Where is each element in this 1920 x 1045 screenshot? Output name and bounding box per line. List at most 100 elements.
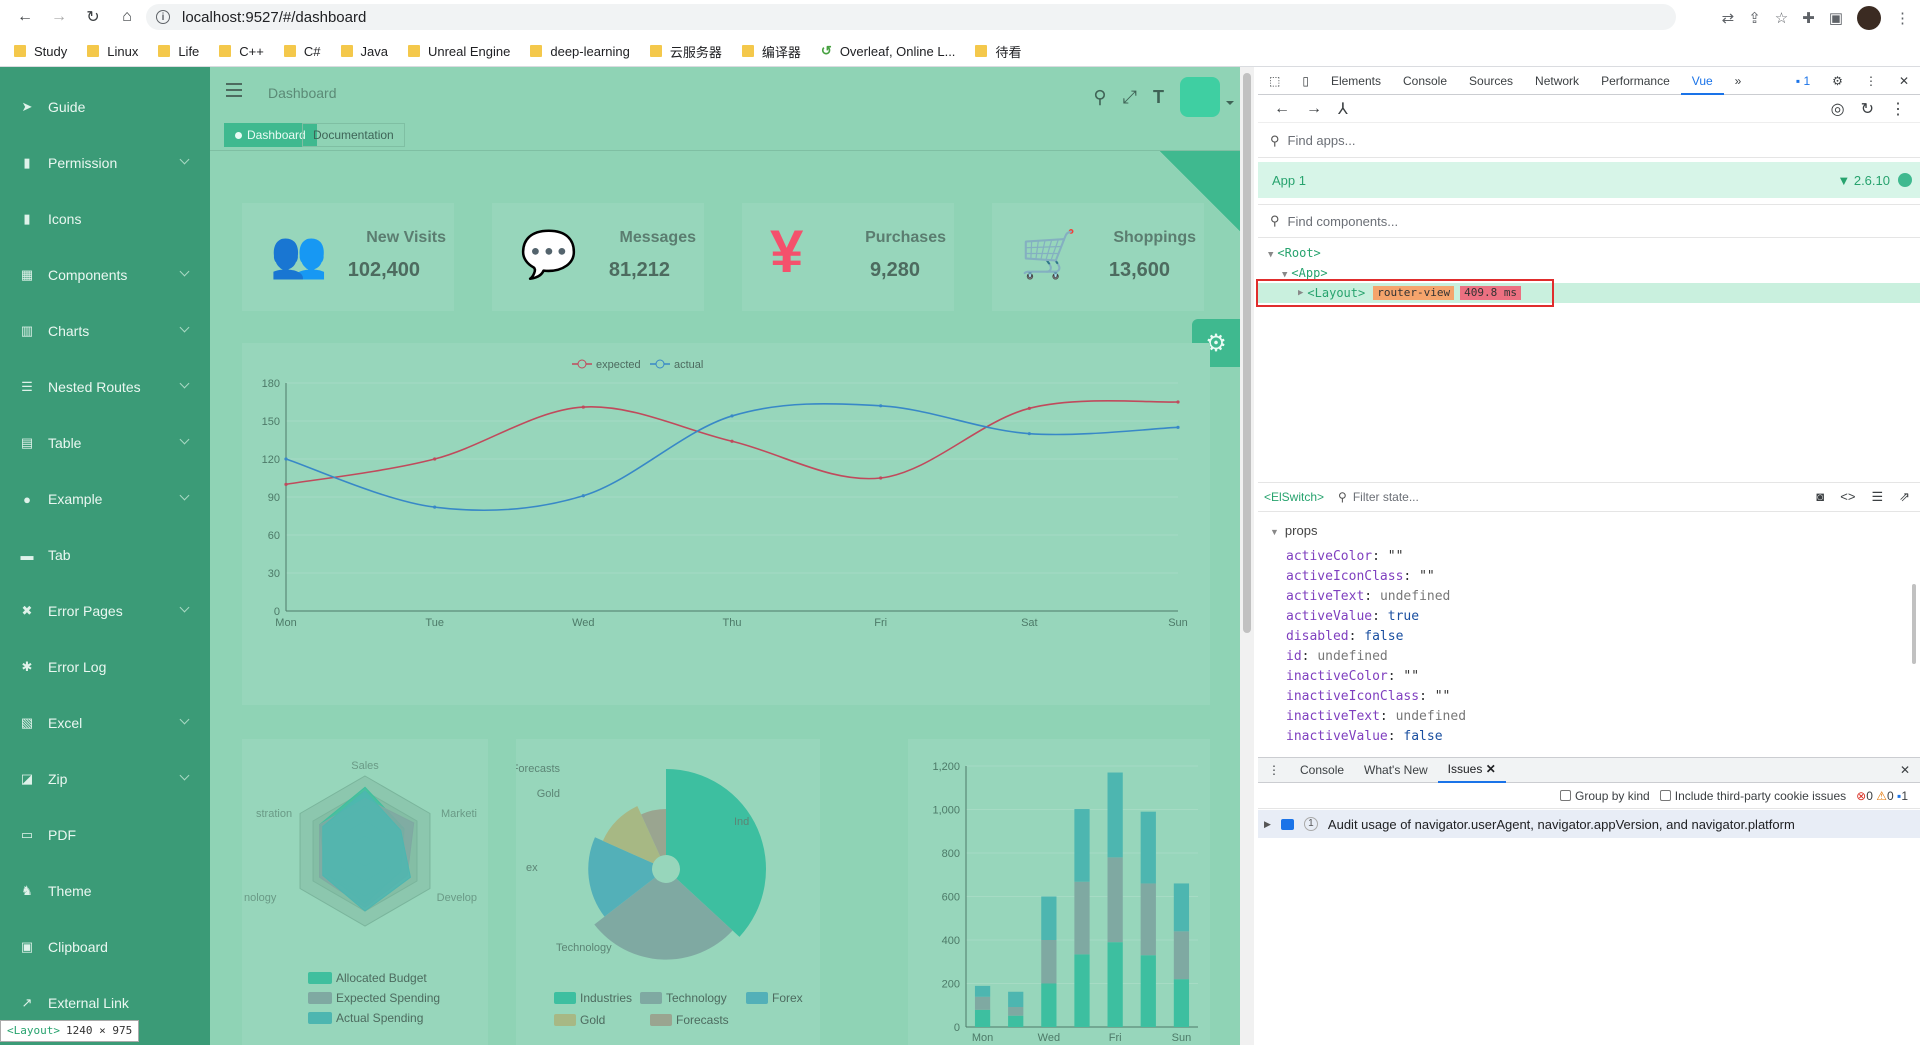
group-by-kind-checkbox[interactable]: Group by kind <box>1560 789 1650 803</box>
data-point[interactable] <box>284 457 288 461</box>
bar-segment[interactable] <box>1107 772 1123 858</box>
props-scrollbar[interactable] <box>1912 584 1916 664</box>
star-icon[interactable]: ☆ <box>1775 9 1788 27</box>
data-point[interactable] <box>581 405 585 409</box>
bookmark-item[interactable]: 云服务器 <box>649 42 722 61</box>
prop-row[interactable]: inactiveColor: "" <box>1258 667 1920 687</box>
hamburger-icon[interactable] <box>226 83 242 97</box>
data-point[interactable] <box>1027 406 1031 410</box>
bar-segment[interactable] <box>1107 857 1123 943</box>
legend-label[interactable]: Forex <box>772 991 803 1005</box>
data-point[interactable] <box>879 404 883 408</box>
inspect-icon[interactable]: ⬚ <box>1258 67 1291 95</box>
bar-segment[interactable] <box>1107 942 1123 1027</box>
sidebar-item-pdf[interactable]: ▭ PDF <box>0 807 210 863</box>
avatar[interactable] <box>1180 77 1234 117</box>
close-tab-icon[interactable]: ✕ <box>1482 762 1496 776</box>
legend-swatch[interactable] <box>554 1014 576 1026</box>
tab-sources[interactable]: Sources <box>1458 67 1524 95</box>
profile-avatar[interactable] <box>1857 6 1881 30</box>
vue-back-icon[interactable]: ← <box>1274 100 1290 118</box>
sidebar-item-guide[interactable]: ➤ Guide <box>0 79 210 135</box>
tag-documentation[interactable]: Documentation <box>302 123 405 147</box>
prop-row[interactable]: activeValue: true <box>1258 607 1920 627</box>
bar-segment[interactable] <box>1140 883 1156 956</box>
bookmark-item[interactable]: 编译器 <box>741 42 801 61</box>
data-point[interactable] <box>581 494 585 498</box>
sidepanel-icon[interactable]: ▣ <box>1829 9 1843 27</box>
bar-segment[interactable] <box>1074 954 1090 1027</box>
legend-marker[interactable] <box>655 359 665 369</box>
legend-label[interactable]: actual <box>674 359 703 371</box>
bar-segment[interactable] <box>1041 940 1057 984</box>
tab-elements[interactable]: Elements <box>1320 67 1392 95</box>
tree-node-root[interactable]: ▼ <Root> <box>1258 243 1920 263</box>
prop-row[interactable]: inactiveText: undefined <box>1258 707 1920 727</box>
legend-swatch[interactable] <box>308 1012 332 1024</box>
sidebar-item-zip[interactable]: ◪ Zip <box>0 751 210 807</box>
bookmark-item[interactable]: ↺ Overleaf, Online L... <box>821 43 956 59</box>
props-header[interactable]: ▼ props <box>1258 519 1920 543</box>
device-icon[interactable]: ▯ <box>1291 67 1320 95</box>
info-icon[interactable]: i <box>156 10 170 24</box>
data-point[interactable] <box>730 439 734 443</box>
legend-label[interactable]: Actual Spending <box>336 1011 423 1025</box>
extensions-icon[interactable]: ✚ <box>1802 9 1815 27</box>
issue-row[interactable]: ▶ 1 Audit usage of navigator.userAgent, … <box>1258 810 1920 838</box>
bookmark-item[interactable]: C# <box>283 44 321 59</box>
address-bar[interactable]: i localhost:9527/#/dashboard <box>146 4 1676 30</box>
data-point[interactable] <box>1027 432 1031 436</box>
bookmark-item[interactable]: C++ <box>219 44 264 59</box>
legend-swatch[interactable] <box>554 992 576 1004</box>
panel-card[interactable]: 👥 New Visits 102,400 <box>242 203 454 311</box>
search-icon[interactable]: ⚲ <box>1093 87 1106 108</box>
third-party-checkbox[interactable]: Include third-party cookie issues <box>1659 789 1846 803</box>
prop-row[interactable]: activeIconClass: "" <box>1258 567 1920 587</box>
expand-icon[interactable]: ▼ <box>1268 250 1273 260</box>
translate-icon[interactable]: ⇄ <box>1722 9 1735 27</box>
vue-tree-icon[interactable]: ⅄ <box>1338 99 1348 119</box>
refresh-icon[interactable]: ↻ <box>1861 99 1874 119</box>
checkbox-icon[interactable] <box>1659 789 1671 801</box>
expand-icon[interactable]: ▼ <box>1270 527 1279 537</box>
bar-segment[interactable] <box>1173 979 1190 1027</box>
target-icon[interactable]: ◎ <box>1831 99 1845 119</box>
bar-segment[interactable] <box>974 996 991 1010</box>
sidebar-item-error-log[interactable]: ✱ Error Log <box>0 639 210 695</box>
sidebar-item-clipboard[interactable]: ▣ Clipboard <box>0 919 210 975</box>
bar-segment[interactable] <box>1074 881 1090 955</box>
bar-segment[interactable] <box>1173 883 1190 932</box>
legend-label[interactable]: Allocated Budget <box>336 971 427 985</box>
panel-card[interactable]: 🛒 Shoppings 13,600 <box>992 203 1204 311</box>
legend-swatch[interactable] <box>308 992 332 1004</box>
prop-row[interactable]: inactiveValue: false <box>1258 727 1920 747</box>
bar-segment[interactable] <box>1008 1015 1024 1027</box>
tab-performance[interactable]: Performance <box>1590 67 1681 95</box>
bar-segment[interactable] <box>1140 955 1156 1027</box>
find-apps-input[interactable]: ⚲ Find apps... <box>1258 124 1920 158</box>
prop-row[interactable]: id: undefined <box>1258 647 1920 667</box>
tab-console[interactable]: Console <box>1392 67 1458 95</box>
legend-label[interactable]: Expected Spending <box>336 991 440 1005</box>
data-point[interactable] <box>1176 425 1180 429</box>
page-scrollbar[interactable] <box>1240 67 1254 1045</box>
bar-segment[interactable] <box>974 1009 991 1027</box>
legend-label[interactable]: Technology <box>666 991 727 1005</box>
legend-swatch[interactable] <box>746 992 768 1004</box>
menu-icon[interactable]: ⋮ <box>1895 9 1910 27</box>
format-icon[interactable]: ☰ <box>1871 489 1883 505</box>
issues-badge[interactable]: ▪ 1 <box>1785 67 1821 95</box>
app-row[interactable]: App 1 ▼ 2.6.10 <box>1258 162 1920 198</box>
sidebar-item-excel[interactable]: ▧ Excel <box>0 695 210 751</box>
vue-forward-icon[interactable]: → <box>1306 100 1322 118</box>
bar-segment[interactable] <box>1008 1006 1024 1016</box>
checkbox-icon[interactable] <box>1560 789 1572 801</box>
bar-segment[interactable] <box>1041 896 1057 941</box>
sidebar-item-tab[interactable]: ▬ Tab <box>0 527 210 583</box>
prop-row[interactable]: activeColor: "" <box>1258 547 1920 567</box>
tree-node-layout[interactable]: ▶ <Layout> router-view 409.8 ms <box>1256 279 1920 307</box>
legend-swatch[interactable] <box>640 992 662 1004</box>
bookmark-item[interactable]: 待看 <box>975 42 1021 61</box>
sidebar-item-icons[interactable]: ▮ Icons <box>0 191 210 247</box>
back-icon[interactable]: ← <box>10 6 40 28</box>
